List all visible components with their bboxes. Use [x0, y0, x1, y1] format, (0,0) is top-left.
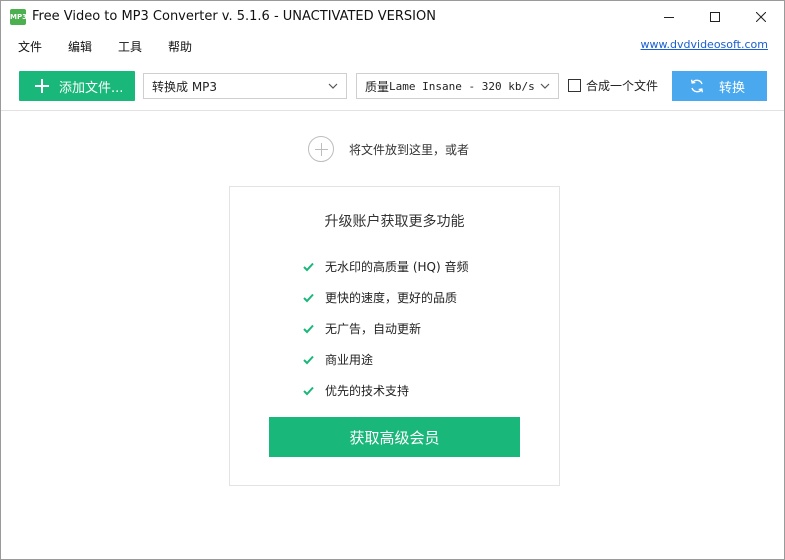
menu-file[interactable]: 文件 — [18, 38, 42, 55]
check-icon — [303, 262, 315, 272]
get-premium-button[interactable]: 获取高级会员 — [269, 417, 520, 457]
refresh-icon — [689, 78, 705, 94]
format-select-value: 转换成 MP3 — [152, 79, 218, 94]
maximize-button[interactable] — [692, 1, 738, 32]
quality-label: 质量 — [365, 79, 390, 94]
maximize-icon — [710, 11, 720, 22]
window-title: Free Video to MP3 Converter v. 5.1.6 - U… — [32, 9, 436, 24]
plus-icon — [35, 79, 49, 93]
list-item: 无水印的高质量 (HQ) 音频 — [303, 251, 468, 282]
feature-text: 无广告，自动更新 — [325, 322, 422, 336]
upgrade-card: 升级账户获取更多功能 无水印的高质量 (HQ) 音频 更快的速度，更好的品质 无… — [229, 186, 560, 486]
feature-text: 更快的速度，更好的品质 — [325, 291, 458, 305]
menu-edit[interactable]: 编辑 — [68, 38, 92, 55]
add-circle-icon[interactable] — [308, 136, 334, 162]
app-icon: MP3 — [10, 9, 27, 25]
minimize-button[interactable] — [646, 1, 692, 32]
website-link[interactable]: www.dvdvideosoft.com — [641, 38, 768, 51]
check-icon — [303, 355, 315, 365]
convert-button[interactable]: 转换 — [672, 71, 767, 101]
list-item: 无广告，自动更新 — [303, 313, 468, 344]
add-files-button[interactable]: 添加文件... — [19, 71, 135, 101]
close-icon — [756, 11, 766, 22]
quality-select-value: Lame Insane - 320 kb/s — [389, 79, 535, 93]
format-select[interactable]: 转换成 MP3 — [143, 73, 347, 99]
feature-text: 优先的技术支持 — [325, 384, 410, 398]
merge-files-checkbox[interactable] — [568, 79, 581, 92]
add-files-label: 添加文件... — [59, 80, 124, 96]
merge-files-option[interactable]: 合成一个文件 — [568, 77, 658, 94]
list-item: 商业用途 — [303, 344, 468, 375]
list-item: 优先的技术支持 — [303, 375, 468, 406]
feature-text: 无水印的高质量 (HQ) 音频 — [325, 260, 469, 274]
upgrade-title: 升级账户获取更多功能 — [324, 214, 465, 230]
menu-bar: 文件 编辑 工具 帮助 www.dvdvideosoft.com — [1, 34, 784, 58]
check-icon — [303, 386, 315, 396]
menu-tools[interactable]: 工具 — [118, 38, 142, 55]
feature-text: 商业用途 — [325, 353, 374, 367]
close-button[interactable] — [738, 1, 784, 32]
merge-files-label: 合成一个文件 — [586, 79, 659, 93]
app-window: MP3 Free Video to MP3 Converter v. 5.1.6… — [0, 0, 785, 560]
drop-zone-text: 将文件放到这里，或者 — [349, 142, 470, 157]
quality-select[interactable]: 质量 Lame Insane - 320 kb/s — [356, 73, 559, 99]
convert-label: 转换 — [719, 80, 746, 96]
check-icon — [303, 293, 315, 303]
minimize-icon — [664, 16, 674, 18]
check-icon — [303, 324, 315, 334]
chevron-down-icon — [540, 83, 550, 89]
feature-list: 无水印的高质量 (HQ) 音频 更快的速度，更好的品质 无广告，自动更新 商业用… — [303, 251, 468, 406]
title-bar: MP3 Free Video to MP3 Converter v. 5.1.6… — [1, 1, 784, 32]
chevron-down-icon — [328, 83, 338, 89]
list-item: 更快的速度，更好的品质 — [303, 282, 468, 313]
menu-help[interactable]: 帮助 — [168, 38, 192, 55]
toolbar: 添加文件... 转换成 MP3 质量 Lame Insane - 320 kb/… — [1, 63, 784, 111]
drop-zone[interactable]: 将文件放到这里，或者 — [308, 136, 469, 162]
